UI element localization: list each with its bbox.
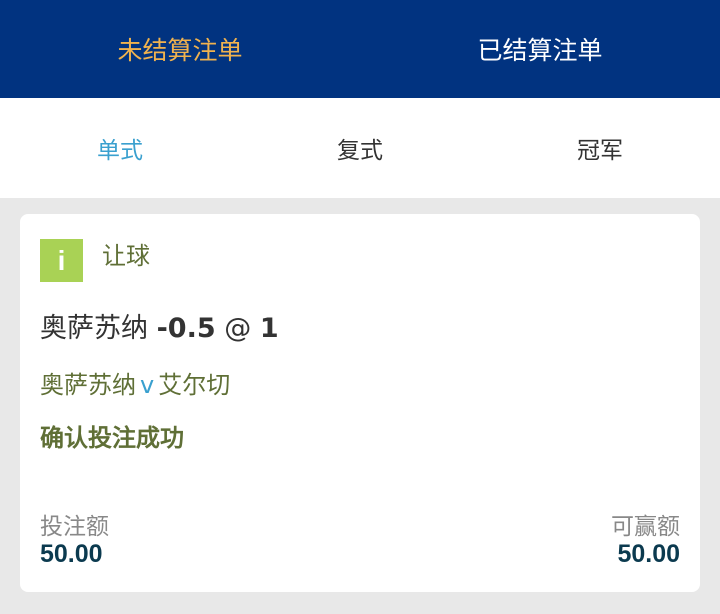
tab-single[interactable]: 单式 <box>0 98 240 198</box>
tab-settled-bets[interactable]: 已结算注单 <box>360 0 720 98</box>
tab-unsettled-bets[interactable]: 未结算注单 <box>0 0 360 98</box>
tab-multiple[interactable]: 复式 <box>240 98 480 198</box>
info-icon-glyph: i <box>57 244 66 276</box>
market-label: 让球 <box>102 242 150 270</box>
vs-separator: v <box>140 371 155 399</box>
potential-return-label: 可赢额 <box>611 514 680 540</box>
at-symbol: @ <box>224 313 252 344</box>
odds-value: 1 <box>259 313 279 344</box>
bet-card: i 让球 奥萨苏纳 -0.5 @ 1 奥萨苏纳 v 艾尔切 确认投注成功 投注额 5… <box>20 214 700 592</box>
handicap-value: -0.5 <box>156 313 216 344</box>
tab-outright[interactable]: 冠军 <box>480 98 720 198</box>
home-team: 奥萨苏纳 <box>40 371 136 399</box>
match-line: 奥萨苏纳 v 艾尔切 <box>40 365 230 400</box>
stake-label: 投注额 <box>40 514 109 540</box>
bet-status: 确认投注成功 <box>40 424 184 452</box>
bet-type-tabs: 单式 复式 冠军 <box>0 98 720 198</box>
away-team: 艾尔切 <box>158 371 231 399</box>
potential-return-value: 50.00 <box>617 540 680 568</box>
info-icon: i <box>40 239 83 282</box>
stake-value: 50.00 <box>40 540 103 568</box>
bet-status-tabs: 未结算注单 已结算注单 <box>0 0 720 98</box>
selection-name: 奥萨苏纳 <box>40 313 148 344</box>
selection-line: 奥萨苏纳 -0.5 @ 1 <box>40 306 279 345</box>
